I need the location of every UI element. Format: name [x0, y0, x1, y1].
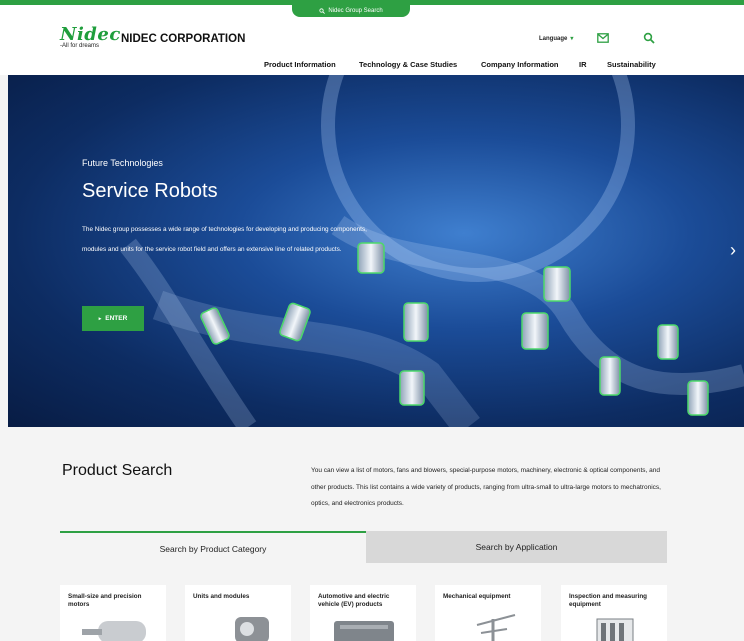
hero-eyebrow: Future Technologies — [82, 158, 163, 168]
motor-image — [82, 621, 146, 641]
nav-company-information[interactable]: Company Information — [481, 60, 559, 69]
search-icon — [319, 8, 326, 14]
category-label: Units and modules — [193, 593, 250, 600]
enter-label: ENTER — [105, 315, 128, 322]
category-label: Automotive and electric vehicle (EV) pro… — [318, 593, 390, 608]
robot-arm-image — [476, 614, 516, 641]
hero-description: The Nidec group possesses a wide range o… — [82, 226, 367, 253]
search-icon[interactable] — [643, 32, 655, 44]
category-card-automotive-ev[interactable]: Automotive and electric vehicle (EV) pro… — [310, 585, 416, 641]
product-search-description: You can view a list of motors, fans and … — [311, 467, 661, 507]
hero-banner: Future Technologies Service Robots The N… — [8, 75, 744, 427]
group-search-label: Nidec Group Search — [328, 8, 383, 14]
language-selector[interactable]: Language ▾ — [539, 35, 573, 42]
tab-search-by-application[interactable]: Search by Application — [366, 531, 667, 563]
hero-title: Service Robots — [82, 180, 218, 202]
category-label: Inspection and measuring equipment — [569, 593, 648, 608]
chevron-right-icon: ▸ — [98, 315, 102, 322]
nav-ir[interactable]: IR — [579, 60, 587, 69]
module-image — [235, 617, 269, 641]
tab-search-by-product-category[interactable]: Search by Product Category — [60, 531, 366, 565]
ev-unit-image — [334, 621, 394, 641]
mail-icon[interactable] — [597, 33, 609, 43]
category-card-mechanical-equipment[interactable]: Mechanical equipment — [435, 585, 541, 641]
group-search-button[interactable]: Nidec Group Search — [292, 5, 410, 17]
nav-technology-case-studies[interactable]: Technology & Case Studies — [359, 60, 457, 69]
logo-mark: Nidec — [60, 24, 121, 45]
language-label: Language — [539, 36, 568, 42]
category-card-small-precision-motors[interactable]: Small-size and precision motors — [60, 585, 166, 641]
nidec-logo[interactable]: Nidec -All for dreams — [60, 24, 121, 50]
caret-down-icon: ▾ — [570, 36, 574, 42]
inspection-equipment-image — [596, 618, 634, 641]
company-name: NIDEC CORPORATION — [121, 33, 246, 45]
category-label: Mechanical equipment — [443, 593, 511, 600]
enter-button[interactable]: ▸ ENTER — [82, 306, 144, 331]
category-label: Small-size and precision motors — [68, 593, 142, 608]
category-card-inspection-measuring[interactable]: Inspection and measuring equipment — [561, 585, 667, 641]
carousel-next-icon[interactable]: › — [730, 240, 736, 261]
nav-sustainability[interactable]: Sustainability — [607, 60, 656, 69]
product-search-title: Product Search — [62, 462, 173, 479]
nav-product-information[interactable]: Product Information — [264, 60, 336, 69]
category-card-units-modules[interactable]: Units and modules — [185, 585, 291, 641]
